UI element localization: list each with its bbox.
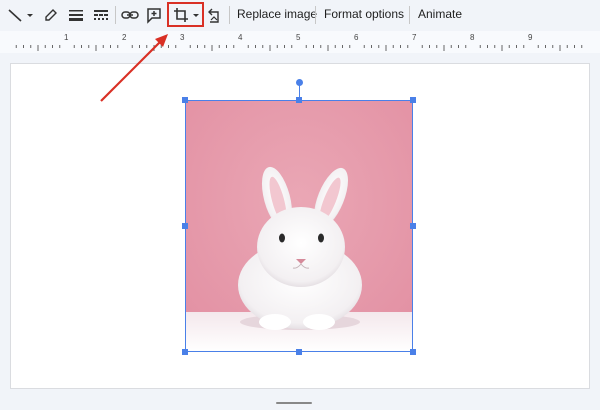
line-icon — [8, 9, 33, 22]
reset-image-button[interactable] — [205, 4, 225, 26]
resize-handle-bottom[interactable] — [296, 349, 302, 355]
line-dash-icon — [94, 10, 108, 20]
resize-handle-top[interactable] — [296, 97, 302, 103]
resize-handle-bottom-left[interactable] — [182, 349, 188, 355]
pen-icon — [45, 9, 57, 21]
ruler-label: 6 — [354, 33, 359, 42]
horizontal-scrollbar[interactable] — [276, 402, 312, 404]
link-icon — [121, 11, 139, 19]
line-weight-icon — [69, 10, 83, 21]
line-tool-button[interactable] — [4, 4, 34, 26]
ruler-label: 1 — [64, 33, 69, 42]
border-dash-button[interactable] — [90, 4, 112, 26]
add-comment-button[interactable] — [143, 4, 165, 26]
toolbar-divider — [409, 6, 410, 24]
ruler-label: 7 — [412, 33, 417, 42]
resize-handle-left[interactable] — [182, 223, 188, 229]
border-weight-button[interactable] — [65, 4, 87, 26]
reset-image-icon — [208, 8, 219, 23]
resize-handle-bottom-right[interactable] — [410, 349, 416, 355]
selection-box — [185, 100, 413, 352]
toolbar-divider — [115, 6, 116, 24]
insert-link-button[interactable] — [119, 4, 141, 26]
border-color-button[interactable] — [40, 4, 60, 26]
resize-handle-right[interactable] — [410, 223, 416, 229]
animate-button[interactable]: Animate — [418, 6, 462, 22]
comment-icon — [147, 8, 161, 24]
horizontal-ruler[interactable]: 1 2 3 4 5 6 7 8 9 — [0, 31, 600, 53]
toolbar-divider — [315, 6, 316, 24]
ruler-label: 2 — [122, 33, 127, 42]
ruler-label: 8 — [470, 33, 475, 42]
ruler-label: 3 — [180, 33, 185, 42]
replace-image-button[interactable]: Replace image — [237, 6, 317, 22]
format-options-button[interactable]: Format options — [324, 6, 404, 22]
ruler-label: 4 — [238, 33, 243, 42]
ruler-label: 5 — [296, 33, 301, 42]
resize-handle-top-left[interactable] — [182, 97, 188, 103]
resize-handle-top-right[interactable] — [410, 97, 416, 103]
ruler-label: 9 — [528, 33, 533, 42]
toolbar: Replace image Format options Animate — [0, 0, 600, 31]
toolbar-divider — [229, 6, 230, 24]
rotate-handle[interactable] — [296, 79, 303, 86]
crop-highlight-box — [167, 2, 204, 27]
